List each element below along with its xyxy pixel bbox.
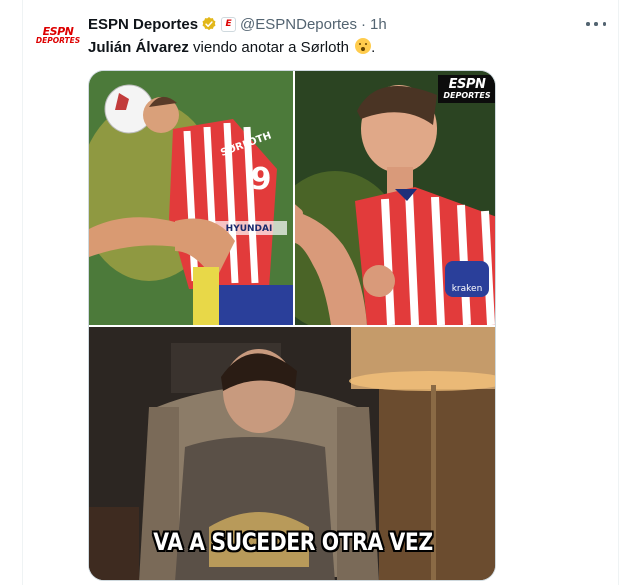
separator: · <box>361 15 366 33</box>
affiliate-badge-letter: E <box>225 19 232 29</box>
flushed-face-emoji <box>355 38 372 54</box>
timestamp[interactable]: 1h <box>370 16 387 33</box>
watermark-bottom: DEPORTES <box>443 90 491 100</box>
watermark-top: ESPN <box>448 76 486 92</box>
armchair-photo-panel: VA A SUCEDER OTRA VEZ <box>89 327 495 580</box>
pointing-player-illustration: kraken <box>295 71 495 325</box>
sleeve-sponsor-text: kraken <box>452 284 483 294</box>
pointing-photo-panel: kraken ESPN DEPORTES <box>295 71 495 325</box>
tweet-image[interactable]: HYUNDAI 9 SØRLOTH kraken ESPN DEPORTES V… <box>88 70 496 581</box>
heading-player-illustration: HYUNDAI 9 SØRLOTH <box>89 71 293 325</box>
sponsor-text: HYUNDAI <box>226 224 273 234</box>
meme-caption: VA A SUCEDER OTRA VEZ <box>153 528 433 556</box>
espn-deportes-watermark: ESPN DEPORTES <box>438 75 495 103</box>
account-name[interactable]: ESPN Deportes <box>88 16 198 33</box>
avatar-logo-subtext: DEPORTES <box>35 36 81 45</box>
tweet-text: Julián Álvarez viendo anotar a Sørloth . <box>88 38 376 56</box>
tweet-body: viendo anotar a Sørloth <box>188 39 354 56</box>
header-photo-panel: HYUNDAI 9 SØRLOTH <box>89 71 293 325</box>
account-handle[interactable]: @ESPNDeportes <box>240 16 357 33</box>
verified-badge-icon[interactable] <box>201 16 217 32</box>
tweet-header: ESPN Deportes E @ESPNDeportes · 1h <box>88 14 387 34</box>
affiliate-badge-icon[interactable]: E <box>221 16 237 32</box>
jersey-number: 9 <box>251 162 272 197</box>
mention-name: Julián Álvarez <box>88 39 189 56</box>
avatar[interactable]: ESPN DEPORTES <box>34 12 82 60</box>
more-options-icon[interactable] <box>586 16 606 32</box>
